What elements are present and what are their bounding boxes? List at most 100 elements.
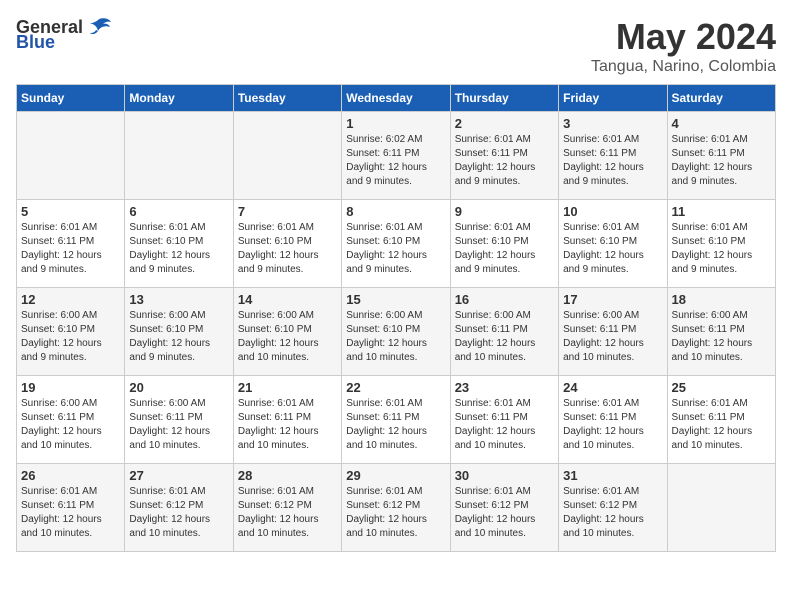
calendar-cell [667, 464, 775, 552]
day-number: 9 [455, 204, 554, 219]
logo: General Blue [16, 16, 113, 53]
day-info: Sunrise: 6:01 AM Sunset: 6:10 PM Dayligh… [129, 221, 228, 277]
day-number: 16 [455, 292, 554, 307]
header-day-wednesday: Wednesday [342, 85, 450, 112]
calendar-cell: 2 Sunrise: 6:01 AM Sunset: 6:11 PM Daylig… [450, 112, 558, 200]
calendar-week-row: 19Sunrise: 6:00 AM Sunset: 6:11 PM Dayli… [17, 376, 776, 464]
calendar-cell: 4 Sunrise: 6:01 AM Sunset: 6:11 PM Daylig… [667, 112, 775, 200]
calendar-cell: 8Sunrise: 6:01 AM Sunset: 6:10 PM Daylig… [342, 200, 450, 288]
day-info: Sunrise: 6:01 AM Sunset: 6:10 PM Dayligh… [672, 221, 771, 277]
calendar-header-row: SundayMondayTuesdayWednesdayThursdayFrid… [17, 85, 776, 112]
title-block: May 2024 Tangua, Narino, Colombia [591, 16, 776, 76]
day-info: Sunrise: 6:00 AM Sunset: 6:10 PM Dayligh… [129, 309, 228, 365]
calendar-week-row: 1Sunrise: 6:02 AM Sunset: 6:11 PM Daylig… [17, 112, 776, 200]
day-number: 12 [21, 292, 120, 307]
day-info: Sunrise: 6:01 AM Sunset: 6:11 PM Dayligh… [21, 221, 120, 277]
calendar-cell: 29 Sunrise: 6:01 AM Sunset: 6:12 PM Dayli… [342, 464, 450, 552]
day-info: Sunrise: 6:00 AM Sunset: 6:11 PM Dayligh… [455, 309, 554, 365]
day-info: Sunrise: 6:01 AM Sunset: 6:11 PM Dayligh… [455, 133, 554, 189]
day-number: 27 [129, 468, 228, 483]
day-info: Sunrise: 6:00 AM Sunset: 6:10 PM Dayligh… [21, 309, 120, 365]
calendar-cell: 24 Sunrise: 6:01 AM Sunset: 6:11 PM Dayli… [559, 376, 667, 464]
calendar-cell: 7Sunrise: 6:01 AM Sunset: 6:10 PM Daylig… [233, 200, 341, 288]
calendar-cell: 1Sunrise: 6:02 AM Sunset: 6:11 PM Daylig… [342, 112, 450, 200]
calendar-cell: 14 Sunrise: 6:00 AM Sunset: 6:10 PM Dayli… [233, 288, 341, 376]
header-day-friday: Friday [559, 85, 667, 112]
logo-blue: Blue [16, 32, 55, 53]
day-number: 5 [21, 204, 120, 219]
day-number: 22 [346, 380, 445, 395]
day-info: Sunrise: 6:01 AM Sunset: 6:12 PM Dayligh… [563, 485, 662, 541]
day-info: Sunrise: 6:01 AM Sunset: 6:12 PM Dayligh… [238, 485, 337, 541]
header-day-sunday: Sunday [17, 85, 125, 112]
day-info: Sunrise: 6:01 AM Sunset: 6:11 PM Dayligh… [346, 397, 445, 453]
calendar-week-row: 12 Sunrise: 6:00 AM Sunset: 6:10 PM Dayli… [17, 288, 776, 376]
calendar-cell: 21 Sunrise: 6:01 AM Sunset: 6:11 PM Dayli… [233, 376, 341, 464]
day-number: 30 [455, 468, 554, 483]
calendar-cell: 10Sunrise: 6:01 AM Sunset: 6:10 PM Dayli… [559, 200, 667, 288]
day-number: 7 [238, 204, 337, 219]
day-number: 26 [21, 468, 120, 483]
calendar-cell: 22 Sunrise: 6:01 AM Sunset: 6:11 PM Dayli… [342, 376, 450, 464]
calendar-cell: 27 Sunrise: 6:01 AM Sunset: 6:12 PM Dayli… [125, 464, 233, 552]
day-number: 4 [672, 116, 771, 131]
calendar-cell: 16 Sunrise: 6:00 AM Sunset: 6:11 PM Dayli… [450, 288, 558, 376]
day-info: Sunrise: 6:00 AM Sunset: 6:11 PM Dayligh… [672, 309, 771, 365]
calendar-cell: 20Sunrise: 6:00 AM Sunset: 6:11 PM Dayli… [125, 376, 233, 464]
day-number: 31 [563, 468, 662, 483]
day-info: Sunrise: 6:01 AM Sunset: 6:11 PM Dayligh… [672, 133, 771, 189]
calendar-cell: 28 Sunrise: 6:01 AM Sunset: 6:12 PM Dayli… [233, 464, 341, 552]
calendar-cell: 13 Sunrise: 6:00 AM Sunset: 6:10 PM Dayli… [125, 288, 233, 376]
calendar-body: 1Sunrise: 6:02 AM Sunset: 6:11 PM Daylig… [17, 112, 776, 552]
day-number: 13 [129, 292, 228, 307]
calendar-cell [125, 112, 233, 200]
calendar-cell: 15Sunrise: 6:00 AM Sunset: 6:10 PM Dayli… [342, 288, 450, 376]
day-number: 11 [672, 204, 771, 219]
calendar-cell: 17Sunrise: 6:00 AM Sunset: 6:11 PM Dayli… [559, 288, 667, 376]
calendar-cell: 25 Sunrise: 6:01 AM Sunset: 6:11 PM Dayli… [667, 376, 775, 464]
day-info: Sunrise: 6:01 AM Sunset: 6:12 PM Dayligh… [346, 485, 445, 541]
day-number: 24 [563, 380, 662, 395]
day-number: 2 [455, 116, 554, 131]
day-info: Sunrise: 6:01 AM Sunset: 6:11 PM Dayligh… [672, 397, 771, 453]
calendar-cell: 5 Sunrise: 6:01 AM Sunset: 6:11 PM Daylig… [17, 200, 125, 288]
calendar-cell: 12 Sunrise: 6:00 AM Sunset: 6:10 PM Dayli… [17, 288, 125, 376]
day-info: Sunrise: 6:01 AM Sunset: 6:10 PM Dayligh… [455, 221, 554, 277]
day-info: Sunrise: 6:00 AM Sunset: 6:10 PM Dayligh… [238, 309, 337, 365]
month-title: May 2024 [591, 16, 776, 58]
day-number: 25 [672, 380, 771, 395]
calendar-cell: 9 Sunrise: 6:01 AM Sunset: 6:10 PM Daylig… [450, 200, 558, 288]
calendar-cell: 31 Sunrise: 6:01 AM Sunset: 6:12 PM Dayli… [559, 464, 667, 552]
day-info: Sunrise: 6:01 AM Sunset: 6:11 PM Dayligh… [238, 397, 337, 453]
day-number: 29 [346, 468, 445, 483]
header-day-saturday: Saturday [667, 85, 775, 112]
day-info: Sunrise: 6:01 AM Sunset: 6:11 PM Dayligh… [21, 485, 120, 541]
calendar-cell [17, 112, 125, 200]
day-number: 1 [346, 116, 445, 131]
day-number: 21 [238, 380, 337, 395]
day-info: Sunrise: 6:01 AM Sunset: 6:11 PM Dayligh… [563, 397, 662, 453]
calendar-week-row: 26 Sunrise: 6:01 AM Sunset: 6:11 PM Dayli… [17, 464, 776, 552]
calendar-cell [233, 112, 341, 200]
day-number: 18 [672, 292, 771, 307]
day-number: 20 [129, 380, 228, 395]
day-number: 17 [563, 292, 662, 307]
header-day-thursday: Thursday [450, 85, 558, 112]
calendar-week-row: 5 Sunrise: 6:01 AM Sunset: 6:11 PM Daylig… [17, 200, 776, 288]
day-info: Sunrise: 6:01 AM Sunset: 6:12 PM Dayligh… [455, 485, 554, 541]
calendar-cell: 3Sunrise: 6:01 AM Sunset: 6:11 PM Daylig… [559, 112, 667, 200]
day-info: Sunrise: 6:01 AM Sunset: 6:10 PM Dayligh… [563, 221, 662, 277]
calendar-cell: 6Sunrise: 6:01 AM Sunset: 6:10 PM Daylig… [125, 200, 233, 288]
day-number: 14 [238, 292, 337, 307]
calendar-cell: 30 Sunrise: 6:01 AM Sunset: 6:12 PM Dayli… [450, 464, 558, 552]
day-info: Sunrise: 6:01 AM Sunset: 6:11 PM Dayligh… [563, 133, 662, 189]
page-header: General Blue May 2024 Tangua, Narino, Co… [16, 16, 776, 76]
calendar-cell: 18 Sunrise: 6:00 AM Sunset: 6:11 PM Dayli… [667, 288, 775, 376]
day-number: 28 [238, 468, 337, 483]
header-day-tuesday: Tuesday [233, 85, 341, 112]
header-day-monday: Monday [125, 85, 233, 112]
day-number: 23 [455, 380, 554, 395]
day-info: Sunrise: 6:01 AM Sunset: 6:12 PM Dayligh… [129, 485, 228, 541]
day-number: 19 [21, 380, 120, 395]
calendar-table: SundayMondayTuesdayWednesdayThursdayFrid… [16, 84, 776, 552]
